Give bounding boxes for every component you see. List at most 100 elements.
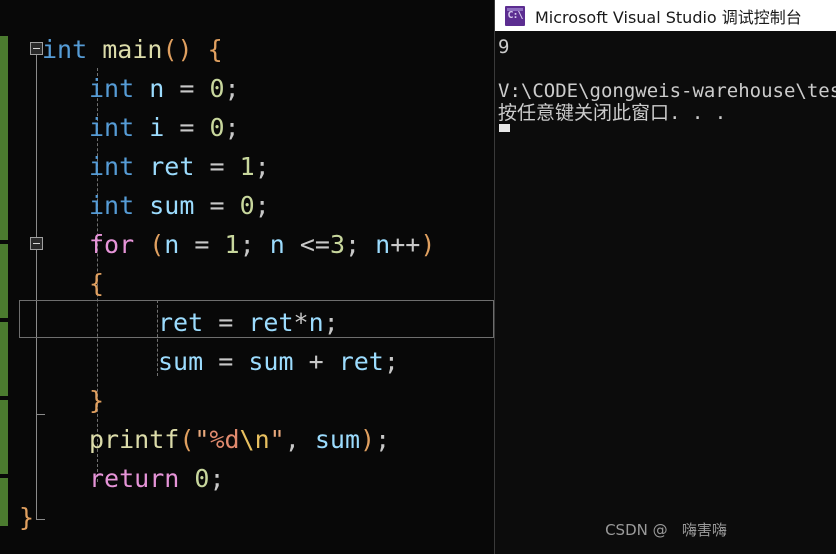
token-var-n: n [269,230,285,259]
code-line-6[interactable]: for (n = 1; n <=3; n++) [89,225,435,264]
token-var-sum: sum [149,191,195,220]
token-number-one: 1 [224,230,240,259]
token-function-printf: printf [89,425,180,454]
console-block-cursor [499,124,510,132]
console-icon-glyph: C:\ [507,9,523,21]
token-assign: = [179,113,195,142]
token-semicolon: ; [323,308,339,337]
code-line-10[interactable]: } [89,381,104,420]
token-plus: + [308,347,324,376]
token-semicolon: ; [383,347,399,376]
fold-rail-tick-for-end [36,414,45,415]
token-open-paren: ( [149,230,165,259]
token-var-n: n [149,74,165,103]
console-output-line-3: V:\CODE\gongweis-warehouse\test_1_ [498,80,836,102]
token-close-paren: ) [177,35,193,64]
token-semicolon: ; [375,425,391,454]
code-line-4[interactable]: int ret = 1; [89,147,270,186]
code-line-5[interactable]: int sum = 0; [89,186,270,225]
token-var-n: n [164,230,180,259]
fold-toggle-for-loop[interactable] [30,237,43,250]
token-number-zero: 0 [239,191,255,220]
token-number-zero: 0 [194,464,210,493]
token-assign: = [209,191,225,220]
code-line-8[interactable]: ret = ret*n; [158,303,339,342]
token-comma: , [284,425,300,454]
token-number-three: 3 [329,230,346,259]
code-line-3[interactable]: int i = 0; [89,108,240,147]
token-keyword-for: for [89,230,135,259]
code-line-11[interactable]: printf("%d\n", sum); [89,420,390,459]
token-keyword-return: return [89,464,180,493]
token-semicolon: ; [254,152,270,181]
code-editor-pane[interactable]: int main() { int n = 0; int i = 0; int r… [0,0,494,554]
console-output-line-4: 按任意键关闭此窗口. . . [498,102,727,124]
token-var-ret: ret [158,308,204,337]
fold-rail-end-main [36,519,45,520]
debug-console-window[interactable]: C:\ Microsoft Visual Studio 调试控制台 9 V:\C… [494,0,836,554]
token-string-quote-close: " [269,425,285,454]
token-number-zero: 0 [209,74,225,103]
token-assign: = [218,308,234,337]
token-star: * [293,308,309,337]
token-semicolon: ; [224,113,240,142]
token-open-paren: ( [179,425,195,454]
token-increment: ++ [390,230,421,259]
console-titlebar[interactable]: C:\ Microsoft Visual Studio 调试控制台 [495,0,836,31]
token-close-paren: ) [420,230,436,259]
token-number-zero: 0 [209,113,225,142]
change-bar-segment [0,400,8,474]
token-escape-newline: \n [239,425,270,454]
code-line-12[interactable]: return 0; [89,459,225,498]
code-line-2[interactable]: int n = 0; [89,69,240,108]
code-line-9[interactable]: sum = sum + ret; [158,342,399,381]
token-string-quote-open: " [194,425,210,454]
token-semicolon: ; [209,464,225,493]
token-assign: = [209,152,225,181]
token-assign: = [194,230,210,259]
token-close-brace: } [89,386,105,415]
token-var-i: i [149,113,165,142]
token-close-paren: ) [360,425,376,454]
token-keyword-int: int [89,191,135,220]
token-assign: = [179,74,195,103]
token-format-specifier: %d [209,425,240,454]
token-var-sum: sum [158,347,204,376]
change-bar-segment [0,322,8,396]
token-var-n: n [308,308,324,337]
token-open-brace: { [89,269,105,298]
token-var-n: n [375,230,391,259]
code-line-7[interactable]: { [89,264,104,303]
token-keyword-int: int [89,113,135,142]
code-line-13[interactable]: } [19,498,34,537]
token-var-ret: ret [248,308,294,337]
token-semicolon: ; [254,191,270,220]
token-var-sum: sum [248,347,294,376]
token-function-main: main [102,35,163,64]
token-lte: <= [299,230,330,259]
code-line-1[interactable]: int main() { [42,30,223,69]
token-semicolon: ; [224,74,240,103]
change-bar-segment [0,244,8,318]
